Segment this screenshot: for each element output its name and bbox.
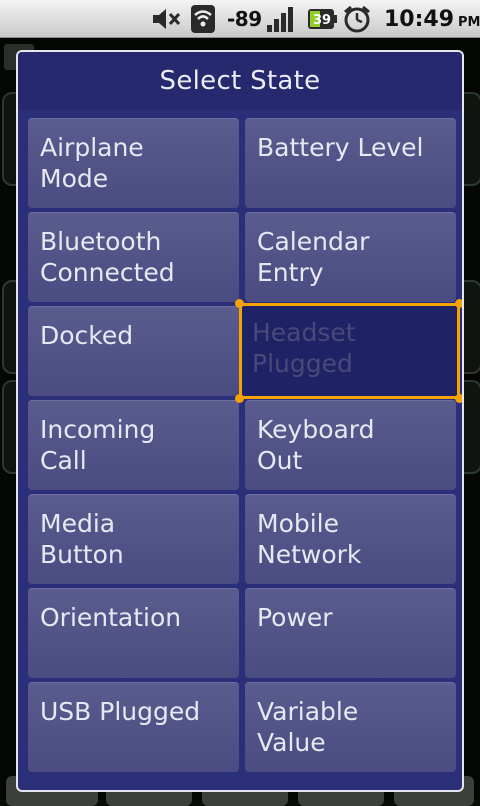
- status-bar: -89 39 10:49 PM: [0, 0, 480, 38]
- state-item-label-line2: Network: [257, 540, 362, 569]
- state-item-variable-value[interactable]: Variable Value: [245, 682, 456, 772]
- state-item-label-line1: Power: [257, 603, 333, 632]
- state-item-label-line1: Airplane: [40, 133, 144, 162]
- state-item-label-line1: USB Plugged: [40, 697, 201, 726]
- selection-handle: [455, 299, 462, 308]
- state-item-label-line1: Variable: [257, 697, 359, 726]
- state-item-label-line1: Media: [40, 509, 116, 538]
- state-item-incoming-call[interactable]: Incoming Call: [28, 400, 239, 490]
- battery-icon: 39: [306, 0, 340, 38]
- state-item-label-line2: Button: [40, 540, 124, 569]
- battery-level-text: 39: [313, 13, 331, 28]
- clock-ampm: PM: [458, 14, 480, 30]
- state-item-label-line1: Keyboard: [257, 415, 375, 444]
- selection-handle: [455, 394, 462, 403]
- selection-handle: [235, 394, 244, 403]
- state-item-label-line2: Entry: [257, 258, 324, 287]
- alarm-icon: [342, 0, 374, 38]
- state-item-mobile-network[interactable]: Mobile Network: [245, 494, 456, 584]
- state-item-label-line1: Calendar: [257, 227, 370, 256]
- state-item-label-line2: Value: [257, 728, 326, 757]
- state-item-label-line2: Out: [257, 446, 303, 475]
- state-item-label-line1: Bluetooth: [40, 227, 162, 256]
- state-item-usb-plugged[interactable]: USB Plugged: [28, 682, 239, 772]
- clock-time: 10:49: [384, 6, 455, 32]
- state-item-calendar-entry[interactable]: Calendar Entry: [245, 212, 456, 302]
- state-item-docked[interactable]: Docked: [28, 306, 239, 396]
- state-item-bluetooth-connected[interactable]: Bluetooth Connected: [28, 212, 239, 302]
- state-item-headset-plugged[interactable]: Headset Plugged: [239, 303, 460, 399]
- state-item-label-line1: Orientation: [40, 603, 182, 632]
- state-item-label-line2: Mode: [40, 164, 109, 193]
- mute-icon: [150, 0, 184, 38]
- state-item-orientation[interactable]: Orientation: [28, 588, 239, 678]
- state-item-label-line1: Incoming: [40, 415, 156, 444]
- state-item-label-line2: Call: [40, 446, 87, 475]
- state-item-airplane-mode[interactable]: Airplane Mode: [28, 118, 239, 208]
- state-item-label-line2: Connected: [40, 258, 175, 287]
- state-item-label-line1: Docked: [40, 321, 134, 350]
- state-item-label-line1: Mobile: [257, 509, 340, 538]
- clock: 10:49 PM: [384, 0, 480, 38]
- state-item-battery-level[interactable]: Battery Level: [245, 118, 456, 208]
- selection-handle: [235, 299, 244, 308]
- wifi-icon: [190, 0, 218, 38]
- signal-bars-icon: [266, 0, 298, 38]
- signal-strength-text: -89: [227, 7, 262, 31]
- select-state-dialog: Select State Airplane Mode Battery Level…: [16, 50, 464, 792]
- dialog-title-bar: Select State: [18, 52, 462, 110]
- dialog-title: Select State: [159, 66, 321, 96]
- state-item-power[interactable]: Power: [245, 588, 456, 678]
- state-item-media-button[interactable]: Media Button: [28, 494, 239, 584]
- state-item-label-line1: Headset: [252, 318, 356, 347]
- state-item-label-line1: Battery Level: [257, 133, 424, 162]
- state-item-label-line2: Plugged: [252, 349, 353, 378]
- state-item-keyboard-out[interactable]: Keyboard Out: [245, 400, 456, 490]
